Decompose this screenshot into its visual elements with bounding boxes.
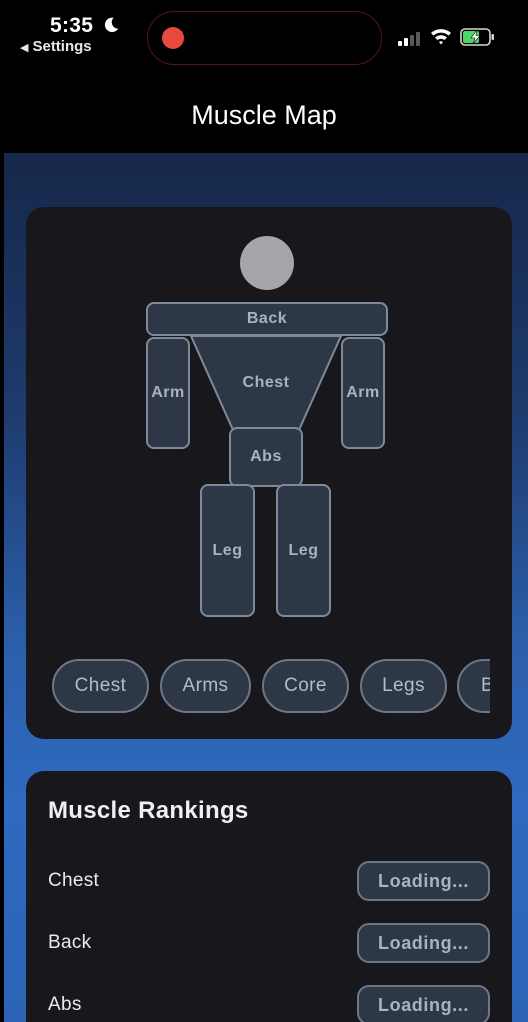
ranking-status-button[interactable]: Loading...: [357, 861, 490, 901]
back-label: Settings: [32, 38, 92, 55]
page-title: Muscle Map: [191, 100, 337, 130]
filter-chip-legs[interactable]: Legs: [360, 659, 447, 713]
status-time: 5:35: [50, 14, 94, 37]
muscle-abs[interactable]: Abs: [229, 427, 303, 487]
muscle-back[interactable]: Back: [146, 302, 388, 336]
filter-chip-arms[interactable]: Arms: [160, 659, 251, 713]
rankings-title: Muscle Rankings: [48, 797, 249, 824]
body-head: [240, 236, 294, 290]
ranking-name: Chest: [48, 870, 100, 891]
battery-charging-icon: [460, 28, 494, 46]
ranking-row: Back Loading...: [48, 923, 490, 963]
ranking-name: Abs: [48, 994, 82, 1015]
muscle-leg-left[interactable]: Leg: [200, 484, 255, 617]
ranking-status-button[interactable]: Loading...: [357, 923, 490, 963]
nav-header: Muscle Map: [0, 80, 528, 153]
back-triangle-icon: ◀: [20, 42, 29, 54]
muscle-arm-right[interactable]: Arm: [341, 337, 385, 449]
filter-chip-chest[interactable]: Chest: [52, 659, 149, 713]
recording-indicator-icon: [162, 27, 184, 49]
status-bar: 5:35 ◀ Settings: [0, 0, 528, 80]
muscle-leg-right[interactable]: Leg: [276, 484, 331, 617]
ranking-row: Chest Loading...: [48, 861, 490, 901]
dynamic-island: [147, 11, 382, 65]
filter-chip-core[interactable]: Core: [262, 659, 349, 713]
ranking-status-button[interactable]: Loading...: [357, 985, 490, 1022]
muscle-arm-left[interactable]: Arm: [146, 337, 190, 449]
filter-chip-back-partial[interactable]: B: [457, 659, 490, 713]
back-to-settings-link[interactable]: ◀ Settings: [20, 38, 92, 55]
signal-icon: [398, 32, 420, 46]
ranking-row: Abs Loading...: [48, 985, 490, 1022]
ranking-name: Back: [48, 932, 92, 953]
moon-icon: [104, 17, 119, 33]
muscle-filter-chips[interactable]: Chest Arms Core Legs B: [52, 659, 490, 713]
muscle-chest-label: Chest: [242, 374, 290, 391]
wifi-icon: [431, 29, 451, 45]
